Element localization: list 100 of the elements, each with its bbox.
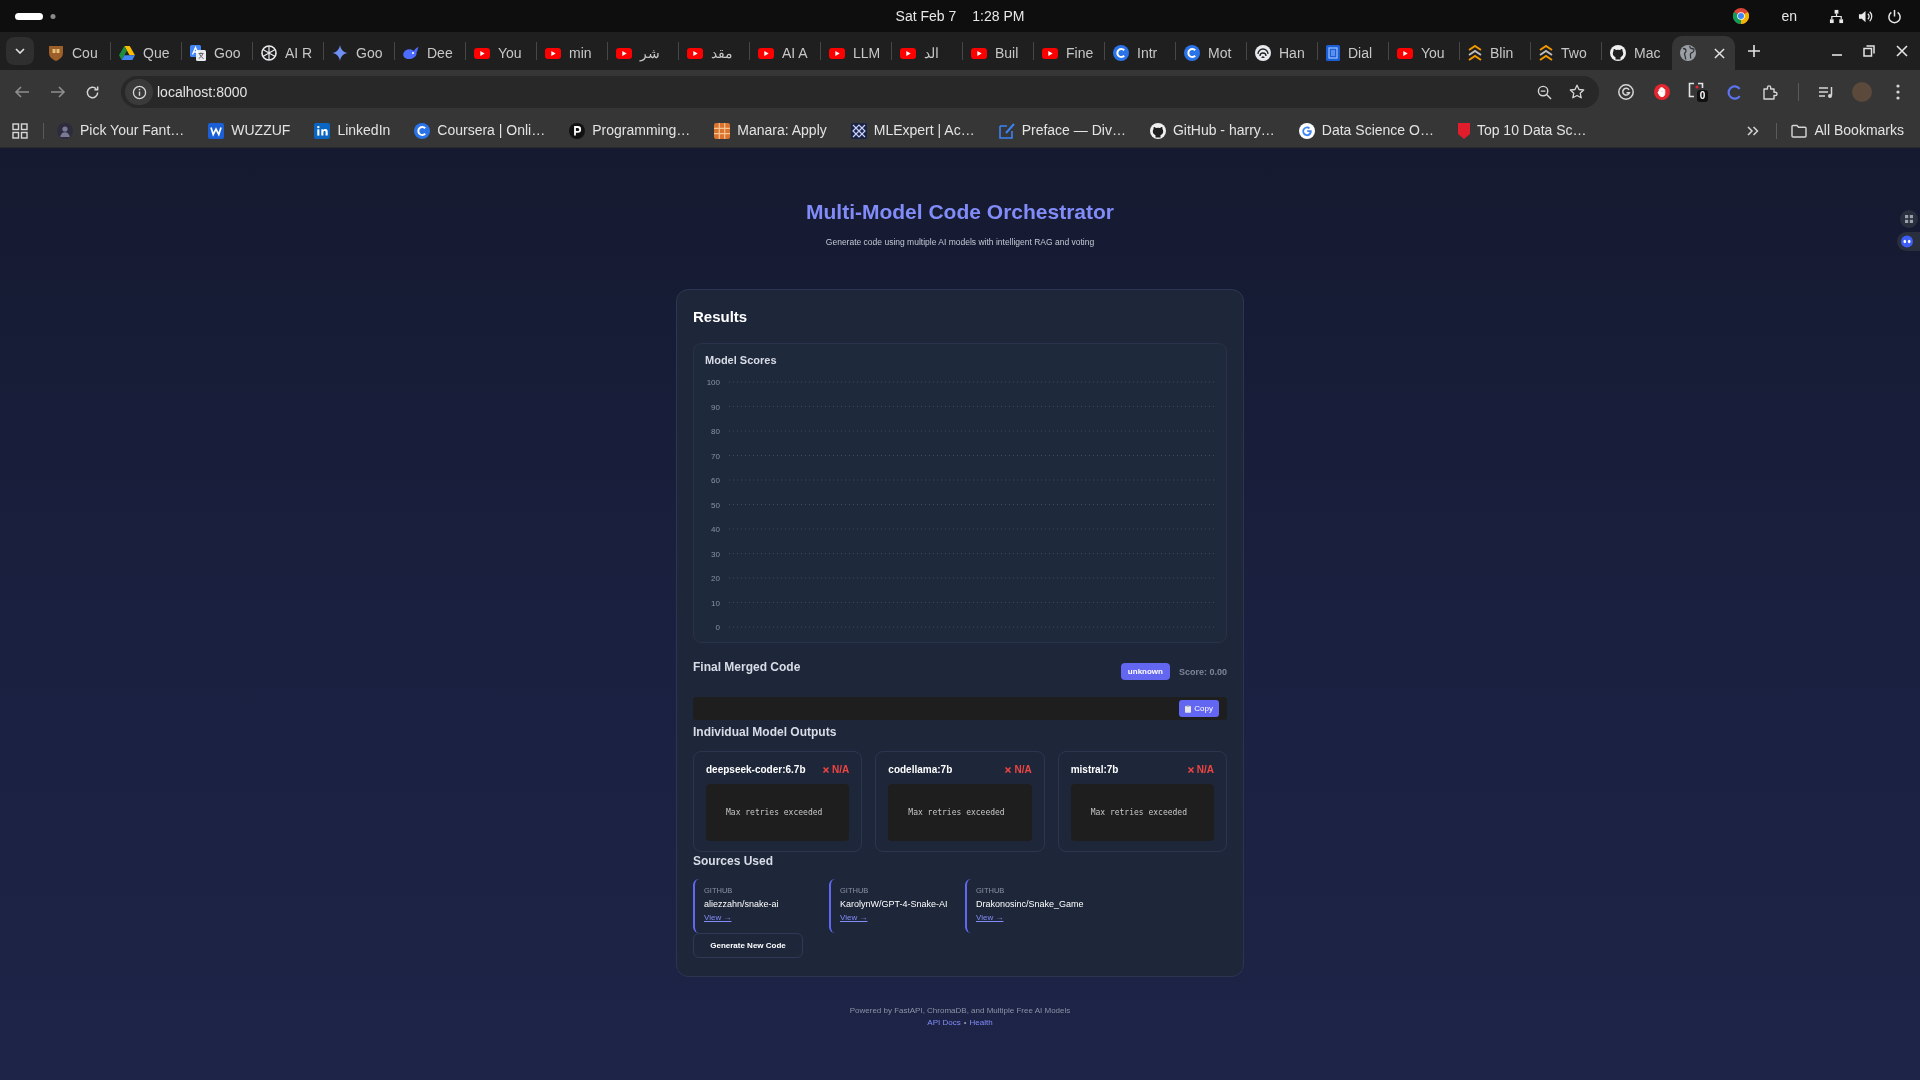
tab[interactable]: AI A [750, 36, 820, 70]
tab[interactable]: Goo [324, 36, 394, 70]
section-heading: Final Merged Code [693, 660, 801, 674]
zoom-out-icon[interactable] [1537, 84, 1552, 100]
reload-icon[interactable] [85, 84, 100, 100]
source-name: Drakonosinc/Snake_Game [976, 899, 1084, 910]
tab[interactable]: Que [111, 36, 181, 70]
bookmark[interactable]: Top 10 Data Sc… [1450, 116, 1594, 145]
play-icon [758, 47, 774, 59]
puzzle-icon[interactable] [1762, 84, 1778, 100]
bracket-frame-icon[interactable] [1688, 82, 1704, 98]
score-status: N/A [832, 763, 850, 777]
generate-button[interactable]: Generate New Code [693, 933, 803, 958]
footer-link[interactable]: Health [969, 1018, 993, 1028]
view-link[interactable]: View → [976, 913, 1004, 923]
tab[interactable]: min [537, 36, 607, 70]
restore-icon[interactable] [1863, 45, 1875, 57]
plus-icon[interactable] [1747, 44, 1761, 58]
grid-icon[interactable] [1900, 210, 1918, 228]
page-subtitle: Generate code using multiple AI models with intelligent RAG and voting [825, 237, 1095, 247]
bookmark[interactable]: MLExpert | Ac… [843, 116, 982, 145]
close-icon[interactable] [1896, 45, 1908, 57]
play-icon [616, 47, 632, 59]
bookmark[interactable]: Programming… [562, 116, 698, 145]
play-icon [829, 47, 845, 59]
face-icon[interactable] [1897, 232, 1920, 251]
tab[interactable]: Dial [1318, 36, 1388, 70]
bookmark[interactable]: Preface — Div… [991, 116, 1133, 145]
globe-icon [1680, 45, 1696, 61]
close-icon[interactable] [1714, 47, 1725, 59]
view-link[interactable]: View → [840, 913, 868, 923]
double-chevron-icon[interactable] [1746, 125, 1759, 136]
tab-search-button[interactable] [6, 37, 34, 65]
model-name: codellama:7b [888, 763, 953, 777]
c-logo-icon [414, 122, 431, 139]
tab[interactable]: You [466, 36, 536, 70]
cross-icon [823, 767, 830, 773]
whale-icon [403, 47, 419, 59]
hand-icon[interactable] [1654, 84, 1670, 100]
bullet-separator: • [963, 1018, 967, 1028]
tab[interactable]: Goo [182, 36, 252, 70]
bookmark[interactable]: Pick Your Fant… [50, 116, 192, 145]
g-ring-icon[interactable] [1618, 84, 1634, 100]
tab[interactable]: Han [1247, 36, 1317, 70]
tab[interactable]: Dee [395, 36, 465, 70]
tab[interactable]: Two [1531, 36, 1601, 70]
bookmark[interactable]: Data Science O… [1291, 116, 1441, 145]
star-icon[interactable] [1569, 84, 1585, 100]
more-icon[interactable] [1896, 84, 1900, 100]
site-info-button[interactable] [125, 79, 153, 105]
tab[interactable]: Blin [1460, 36, 1530, 70]
tab[interactable]: Fine [1034, 36, 1104, 70]
arrow-right-icon[interactable] [49, 84, 66, 100]
bookmark[interactable]: LinkedIn [307, 116, 398, 145]
all-bookmarks-button[interactable]: All Bookmarks [1786, 116, 1908, 145]
bookmark[interactable]: Coursera | Onli… [407, 116, 553, 145]
notepad-icon [998, 122, 1015, 139]
play-icon [545, 47, 561, 59]
workspace-indicator-icon[interactable] [15, 12, 56, 20]
tab[interactable]: You [1389, 36, 1459, 70]
bookmark[interactable]: Manara: Apply [707, 116, 834, 145]
keyboard-layout-indicator[interactable]: en [1781, 5, 1797, 27]
tab[interactable] [1672, 36, 1735, 70]
apps-grid-icon[interactable] [12, 122, 28, 139]
tab[interactable]: Buil [963, 36, 1033, 70]
view-link[interactable]: View → [704, 913, 732, 923]
tab[interactable]: AI R [253, 36, 323, 70]
tab[interactable]: مقد [679, 36, 749, 70]
y-axis-tick-label: 80 [711, 427, 720, 436]
bookmark[interactable]: WUZZUF [201, 116, 298, 145]
figure-icon [57, 122, 73, 139]
y-axis-tick-label: 10 [711, 598, 720, 608]
address-bar[interactable]: localhost:8000 [121, 76, 1599, 108]
tab[interactable]: الد [892, 36, 962, 70]
tab[interactable]: Cou [40, 36, 110, 70]
copy-button[interactable]: Copy [1179, 700, 1219, 717]
chart-title: Model Scores [705, 353, 778, 367]
tab[interactable]: LLM [821, 36, 891, 70]
bookmark[interactable]: GitHub - harry… [1142, 116, 1282, 145]
output-text: Max retries exceeded [1090, 807, 1187, 818]
chevrons-icon [1539, 45, 1553, 61]
playlist-icon[interactable] [1818, 84, 1834, 100]
ring-logo-icon[interactable] [1733, 8, 1750, 24]
network-icon[interactable] [1829, 8, 1844, 24]
sparkle-icon [332, 45, 348, 61]
p-logo-icon [569, 122, 586, 139]
footer-link[interactable]: API Docs [927, 1018, 961, 1028]
arrow-left-icon[interactable] [14, 84, 30, 100]
output-text: Max retries exceeded [726, 807, 823, 818]
tab[interactable]: Intr [1105, 36, 1175, 70]
tab[interactable]: Mot [1176, 36, 1246, 70]
tab[interactable]: شر [608, 36, 678, 70]
c-logo-icon[interactable] [1726, 84, 1742, 100]
play-icon [474, 47, 490, 59]
tab[interactable]: Mac [1602, 36, 1672, 70]
y-axis-tick-label: 40 [711, 525, 720, 534]
speaker-icon[interactable] [1858, 8, 1873, 24]
cat-icon [1149, 122, 1166, 139]
model-name: mistral:7b [1070, 763, 1119, 777]
power-icon[interactable] [1887, 8, 1902, 24]
